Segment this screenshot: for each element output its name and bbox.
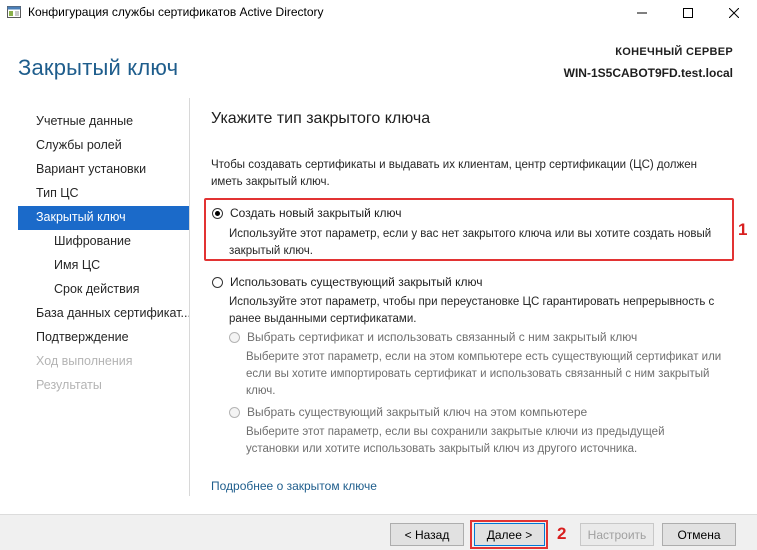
select-certificate-label[interactable]: Выбрать сертификат и использовать связан…	[247, 330, 637, 344]
existing-key-description: Используйте этот параметр, чтобы при пер…	[229, 296, 715, 325]
nav-item-certificate-database[interactable]: База данных сертификат...	[18, 302, 189, 326]
nav-item-ca-name[interactable]: Имя ЦС	[18, 254, 189, 278]
window-title: Конфигурация службы сертификатов Active …	[28, 5, 324, 19]
destination-server-name: WIN-1S5CABOT9FD.test.local	[563, 66, 733, 80]
annotation-highlight-option	[204, 198, 734, 261]
annotation-callout-1: 1	[738, 220, 748, 239]
nav-item-confirmation[interactable]: Подтверждение	[18, 326, 189, 350]
minimize-button[interactable]	[619, 0, 665, 26]
maximize-icon	[683, 8, 693, 18]
nav-item-setup-type[interactable]: Вариант установки	[18, 158, 189, 182]
select-existing-key-label[interactable]: Выбрать существующий закрытый ключ на эт…	[247, 405, 587, 419]
more-about-private-key-link[interactable]: Подробнее о закрытом ключе	[211, 479, 377, 493]
wizard-nav: Учетные данные Службы ролей Вариант уста…	[18, 110, 189, 398]
nav-item-validity-period[interactable]: Срок действия	[18, 278, 189, 302]
select-existing-key-radio[interactable]	[229, 407, 240, 418]
title-bar: Конфигурация службы сертификатов Active …	[0, 0, 757, 26]
select-certificate-radio[interactable]	[229, 332, 240, 343]
select-existing-key-description: Выберите этот параметр, если вы сохранил…	[246, 426, 665, 455]
annotation-highlight-next	[470, 520, 548, 549]
destination-server-label: КОНЕЧНЫЙ СЕРВЕР	[615, 46, 733, 58]
nav-divider	[189, 98, 190, 496]
page-title: Закрытый ключ	[18, 55, 179, 80]
select-certificate-description: Выберите этот параметр, если на этом ком…	[246, 351, 722, 397]
existing-key-label[interactable]: Использовать существующий закрытый ключ	[230, 275, 482, 289]
nav-item-results: Результаты	[36, 378, 102, 392]
configure-button[interactable]: Настроить	[580, 523, 654, 546]
existing-key-radio[interactable]	[212, 277, 223, 288]
back-button[interactable]: < Назад	[390, 523, 464, 546]
nav-item-ca-type[interactable]: Тип ЦС	[18, 182, 189, 206]
section-title: Укажите тип закрытого ключа	[211, 110, 431, 127]
maximize-button[interactable]	[665, 0, 711, 26]
cancel-button[interactable]: Отмена	[662, 523, 736, 546]
intro-text: Чтобы создавать сертификаты и выдавать и…	[211, 159, 697, 188]
close-icon	[729, 8, 739, 18]
nav-item-private-key[interactable]: Закрытый ключ	[18, 206, 189, 230]
minimize-icon	[637, 12, 647, 14]
annotation-callout-2: 2	[557, 524, 567, 543]
nav-item-progress: Ход выполнения	[36, 354, 133, 368]
nav-item-role-services[interactable]: Службы ролей	[18, 134, 189, 158]
nav-item-cryptography[interactable]: Шифрование	[18, 230, 189, 254]
app-icon	[7, 6, 21, 18]
close-button[interactable]	[711, 0, 757, 26]
nav-item-credentials[interactable]: Учетные данные	[18, 110, 189, 134]
